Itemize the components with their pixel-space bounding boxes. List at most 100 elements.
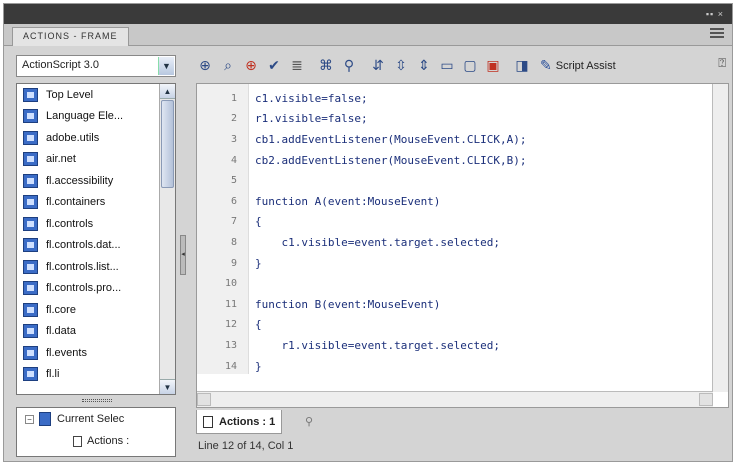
- toolbox-item[interactable]: fl.controls: [17, 213, 175, 235]
- pin-script-icon[interactable]: ⚲: [305, 415, 317, 428]
- package-book-icon: [23, 238, 38, 253]
- line-number: 4: [230, 154, 237, 166]
- toolbox-item[interactable]: air.net: [17, 149, 175, 171]
- code-hint-icon[interactable]: ⌘: [317, 57, 335, 75]
- code-text[interactable]: }: [255, 257, 262, 270]
- help-icon[interactable]: ⍰: [718, 56, 726, 71]
- code-line[interactable]: 10: [197, 273, 697, 294]
- find-icon[interactable]: ⌕: [219, 57, 237, 75]
- code-line[interactable]: 14}: [197, 356, 697, 377]
- code-text[interactable]: cb1.addEventListener(MouseEvent.CLICK,A)…: [255, 133, 527, 146]
- line-number: 1: [230, 92, 237, 104]
- toolbox-item[interactable]: Top Level: [17, 84, 175, 106]
- toolbox-item[interactable]: fl.controls.pro...: [17, 278, 175, 300]
- toolbox-item[interactable]: fl.controls.dat...: [17, 235, 175, 257]
- script-doc-icon: [203, 415, 213, 428]
- code-text[interactable]: {: [255, 215, 262, 228]
- code-line[interactable]: 13 r1.visible=event.target.selected;: [197, 335, 697, 356]
- scroll-up-icon[interactable]: ▲: [160, 84, 175, 99]
- collapse-icon[interactable]: −: [25, 414, 34, 424]
- code-line[interactable]: 7{: [197, 212, 697, 233]
- auto-format-icon[interactable]: ≣: [288, 57, 306, 75]
- panel-menu-icon[interactable]: [710, 28, 724, 40]
- pencil-icon: ✎: [540, 58, 552, 74]
- editor-horizontal-scrollbar[interactable]: [197, 391, 713, 407]
- script-tab-actions[interactable]: Actions : 1: [196, 410, 283, 434]
- code-area[interactable]: 1 c1.visible=false; 2 r1.visible=false; 3 cb1…: [197, 88, 697, 376]
- language-select[interactable]: ActionScript 3.0 ▼: [16, 55, 176, 77]
- show-hide-toolbox-icon[interactable]: ◨: [513, 57, 531, 75]
- pane-splitter[interactable]: [22, 397, 172, 405]
- toolbox-item[interactable]: fl.events: [17, 342, 175, 364]
- scroll-down-icon[interactable]: ▼: [160, 379, 175, 394]
- code-text[interactable]: }: [255, 360, 262, 373]
- toolbox-item-label: fl.controls.dat...: [46, 239, 121, 252]
- expand-all-icon[interactable]: ⇕: [415, 57, 433, 75]
- code-text[interactable]: function A(event:MouseEvent): [255, 195, 440, 208]
- toolbox-item[interactable]: fl.controls.list...: [17, 256, 175, 278]
- collapse-toolbox-handle[interactable]: ◂: [180, 235, 186, 275]
- toolbox-scrollbar[interactable]: ▲ ▼: [159, 84, 175, 394]
- toolbox-item[interactable]: fl.li: [17, 364, 175, 386]
- code-line[interactable]: 6 function A(event:MouseEvent): [197, 191, 697, 212]
- code-text[interactable]: c1.visible=event.target.selected;: [255, 236, 500, 249]
- debug-options-icon[interactable]: ⚲: [340, 57, 358, 75]
- package-book-icon: [23, 173, 38, 188]
- target-path-icon[interactable]: ⊕: [242, 57, 260, 75]
- code-line[interactable]: 8 c1.visible=event.target.selected;: [197, 232, 697, 253]
- nav-item-actions[interactable]: Actions :: [17, 430, 175, 452]
- code-text[interactable]: r1.visible=event.target.selected;: [255, 339, 500, 352]
- line-number: 11: [224, 298, 237, 310]
- check-syntax-icon[interactable]: ✔: [265, 57, 283, 75]
- toolbox-item[interactable]: fl.containers: [17, 192, 175, 214]
- toolbox-item[interactable]: fl.data: [17, 321, 175, 343]
- toolbox-item[interactable]: fl.accessibility: [17, 170, 175, 192]
- scroll-left-icon[interactable]: [197, 393, 211, 406]
- chevron-down-icon[interactable]: ▼: [158, 57, 174, 75]
- toolbox-item-label: fl.core: [46, 303, 76, 316]
- code-line[interactable]: 2 r1.visible=false;: [197, 109, 697, 130]
- toolbox-item[interactable]: fl.core: [17, 299, 175, 321]
- code-line[interactable]: 9}: [197, 253, 697, 274]
- code-text[interactable]: cb2.addEventListener(MouseEvent.CLICK,B)…: [255, 154, 527, 167]
- toolbox-item-label: fl.containers: [46, 196, 106, 209]
- toolbox-item-label: fl.events: [46, 346, 87, 359]
- toolbox-item[interactable]: adobe.utils: [17, 127, 175, 149]
- script-tab-label: Actions : 1: [219, 415, 276, 428]
- comment-line-icon[interactable]: ▢: [461, 57, 479, 75]
- line-number: 7: [230, 216, 237, 228]
- code-line[interactable]: 3 cb1.addEventListener(MouseEvent.CLICK,A…: [197, 129, 697, 150]
- code-text[interactable]: c1.visible=false;: [255, 92, 368, 105]
- nav-item-current-selection[interactable]: − Current Selec: [17, 408, 175, 430]
- code-text[interactable]: function B(event:MouseEvent): [255, 298, 440, 311]
- toolbox-item-label: fl.controls: [46, 217, 94, 230]
- package-book-icon: [23, 216, 38, 231]
- collapse-grip-icon[interactable]: ▪▪ ×: [706, 9, 724, 19]
- code-line[interactable]: 1 c1.visible=false;: [197, 88, 697, 109]
- scrollbar-thumb[interactable]: [161, 100, 174, 188]
- add-item-icon[interactable]: ⊕: [196, 57, 214, 75]
- script-editor[interactable]: 1 c1.visible=false; 2 r1.visible=false; 3 cb1…: [196, 83, 729, 408]
- line-number: 12: [224, 319, 237, 331]
- nav-item-label: Actions :: [87, 435, 130, 447]
- panel-tab-actions-frame[interactable]: ACTIONS - FRAME: [12, 27, 129, 46]
- code-text[interactable]: r1.visible=false;: [255, 112, 368, 125]
- panel-titlebar[interactable]: ▪▪ ×: [4, 4, 732, 24]
- code-line[interactable]: 5: [197, 170, 697, 191]
- code-line[interactable]: 11 function B(event:MouseEvent): [197, 294, 697, 315]
- toolbox-item-label: fl.controls.pro...: [46, 282, 122, 295]
- script-navigator: − Current Selec Actions :: [16, 407, 176, 457]
- toolbox-item[interactable]: Language Ele...: [17, 106, 175, 128]
- scroll-right-icon[interactable]: [699, 393, 713, 406]
- script-assist-button[interactable]: ✎ Script Assist: [540, 58, 616, 74]
- code-line[interactable]: 4 cb2.addEventListener(MouseEvent.CLICK,B…: [197, 150, 697, 171]
- code-text[interactable]: {: [255, 318, 262, 331]
- uncomment-icon[interactable]: ▣: [484, 57, 502, 75]
- frame-script-icon: [73, 435, 82, 447]
- collapse-selection-icon[interactable]: ⇳: [392, 57, 410, 75]
- package-book-icon: [23, 281, 38, 296]
- editor-vertical-scrollbar[interactable]: [712, 84, 728, 392]
- collapse-between-braces-icon[interactable]: ⇵: [369, 57, 387, 75]
- comment-block-icon[interactable]: ▭: [438, 57, 456, 75]
- code-line[interactable]: 12 {: [197, 315, 697, 336]
